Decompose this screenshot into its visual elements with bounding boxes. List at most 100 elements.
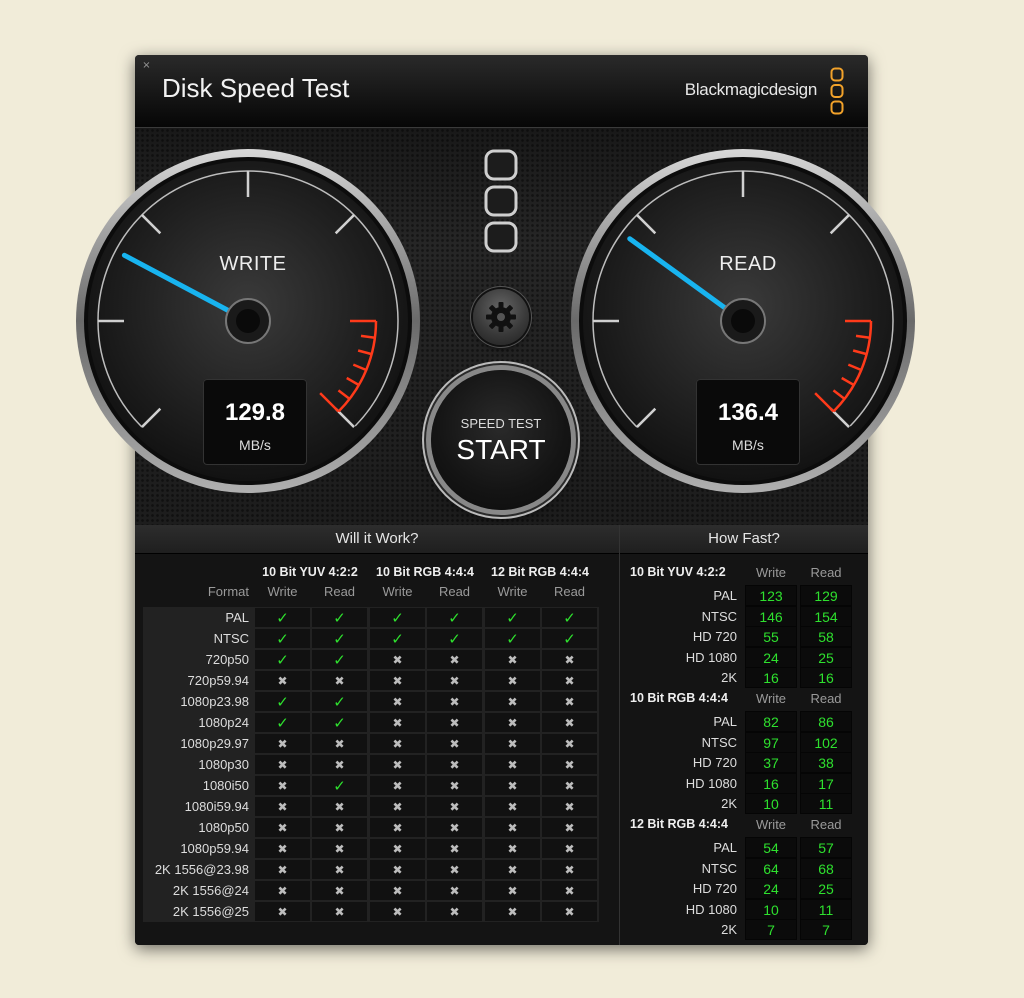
how-fast-row-label: PAL <box>713 714 737 729</box>
cross-icon: ✖ <box>542 713 597 732</box>
cross-icon: ✖ <box>255 902 310 921</box>
cross-icon: ✖ <box>542 671 597 690</box>
how-fast-write-header: Write <box>755 565 787 580</box>
cross-icon: ✖ <box>485 734 540 753</box>
row-format-label: 2K 1556@24 <box>172 883 249 898</box>
cross-icon: ✖ <box>542 839 597 858</box>
row-format-label: 1080p59.94 <box>180 841 249 856</box>
results-area: Will it Work? How Fast? 10 Bit YUV 4:2:2… <box>135 525 868 945</box>
close-button[interactable]: × <box>141 60 152 71</box>
cross-icon: ✖ <box>427 713 482 732</box>
check-icon: ✓ <box>485 629 540 648</box>
cross-icon: ✖ <box>427 650 482 669</box>
row-format-label: 2K 1556@23.98 <box>154 862 249 877</box>
check-icon: ✓ <box>312 629 367 648</box>
read-speed-value: 57 <box>801 838 851 857</box>
read-speed-value: 58 <box>801 627 851 646</box>
blackmagic-center-logo-icon <box>484 149 518 253</box>
write-speed-value: 64 <box>746 858 796 878</box>
cross-icon: ✖ <box>485 860 540 879</box>
check-icon: ✓ <box>312 713 367 732</box>
cross-icon: ✖ <box>427 797 482 816</box>
write-speed-value: 16 <box>746 668 796 687</box>
cross-icon: ✖ <box>255 860 310 879</box>
cross-icon: ✖ <box>255 734 310 753</box>
write-label: WRITE <box>219 253 287 275</box>
cross-icon: ✖ <box>485 755 540 774</box>
column-header: Read <box>323 584 356 599</box>
group-header: 10 Bit YUV 4:2:2 <box>262 565 358 579</box>
write-speed-value: 123 <box>746 586 796 605</box>
start-button[interactable]: SPEED TEST START <box>431 370 571 510</box>
cross-icon: ✖ <box>427 839 482 858</box>
cross-icon: ✖ <box>255 881 310 900</box>
cross-icon: ✖ <box>427 734 482 753</box>
cross-icon: ✖ <box>370 671 425 690</box>
cross-icon: ✖ <box>427 671 482 690</box>
settings-button[interactable] <box>473 289 529 345</box>
write-speed-value: 10 <box>746 899 796 919</box>
gear-icon <box>486 302 516 332</box>
cross-icon: ✖ <box>542 881 597 900</box>
how-fast-row-label: HD 1080 <box>685 901 737 917</box>
cross-icon: ✖ <box>427 860 482 879</box>
check-icon: ✓ <box>427 629 482 648</box>
check-icon: ✓ <box>312 692 367 711</box>
read-speed-value: 68 <box>801 858 851 878</box>
title-bar[interactable]: × Disk Speed Test Blackmagicdesign <box>135 55 868 128</box>
cross-icon: ✖ <box>370 734 425 753</box>
how-fast-row-label: NTSC <box>701 608 737 624</box>
how-fast-read-header: Read <box>810 691 842 706</box>
cross-icon: ✖ <box>542 818 597 837</box>
cross-icon: ✖ <box>542 902 597 921</box>
cross-icon: ✖ <box>427 776 482 795</box>
read-speed-value: 129 <box>801 586 851 605</box>
how-fast-row-label: NTSC <box>701 734 737 750</box>
column-header: Write <box>497 584 528 599</box>
cross-icon: ✖ <box>370 713 425 732</box>
cross-icon: ✖ <box>427 881 482 900</box>
read-speed-value: 25 <box>801 647 851 667</box>
how-fast-section-header: 12 Bit RGB 4:4:4 <box>630 817 728 831</box>
read-speed-value: 86 <box>801 712 851 731</box>
write-value: 129.8 <box>224 399 286 426</box>
read-label: READ <box>719 253 777 275</box>
write-speed-value: 16 <box>746 773 796 793</box>
cross-icon: ✖ <box>485 797 540 816</box>
row-format-label: 2K 1556@25 <box>172 904 249 919</box>
read-speed-value: 11 <box>801 794 851 813</box>
how-fast-row-label: NTSC <box>701 860 737 876</box>
cross-icon: ✖ <box>370 860 425 879</box>
how-fast-row-label: HD 720 <box>692 881 737 896</box>
write-readout: 129.8 MB/s <box>203 379 307 465</box>
cross-icon: ✖ <box>312 860 367 879</box>
cross-icon: ✖ <box>427 902 482 921</box>
write-speed-value: 54 <box>746 838 796 857</box>
how-fast-row-label: HD 720 <box>692 755 737 770</box>
row-format-label: NTSC <box>213 631 249 646</box>
cross-icon: ✖ <box>312 797 367 816</box>
cross-icon: ✖ <box>312 839 367 858</box>
row-format-label: 720p59.94 <box>187 673 249 688</box>
check-icon: ✓ <box>370 629 425 648</box>
row-format-label: 1080p24 <box>198 715 249 730</box>
check-icon: ✓ <box>312 608 367 627</box>
cross-icon: ✖ <box>427 755 482 774</box>
cross-icon: ✖ <box>542 860 597 879</box>
cross-icon: ✖ <box>255 818 310 837</box>
how-fast-row-label: PAL <box>713 840 737 855</box>
write-speed-value: 97 <box>746 732 796 752</box>
cross-icon: ✖ <box>542 692 597 711</box>
cross-icon: ✖ <box>370 776 425 795</box>
check-icon: ✓ <box>370 608 425 627</box>
read-unit: MB/s <box>732 437 764 453</box>
cross-icon: ✖ <box>542 776 597 795</box>
cross-icon: ✖ <box>312 881 367 900</box>
row-format-label: 1080i50 <box>202 778 249 793</box>
app-title: Disk Speed Test <box>162 73 350 103</box>
cross-icon: ✖ <box>485 776 540 795</box>
app-window: × Disk Speed Test Blackmagicdesign WRITE… <box>76 55 915 945</box>
write-speed-value: 82 <box>746 712 796 731</box>
how-fast-row-label: HD 1080 <box>685 649 737 665</box>
check-icon: ✓ <box>427 608 482 627</box>
